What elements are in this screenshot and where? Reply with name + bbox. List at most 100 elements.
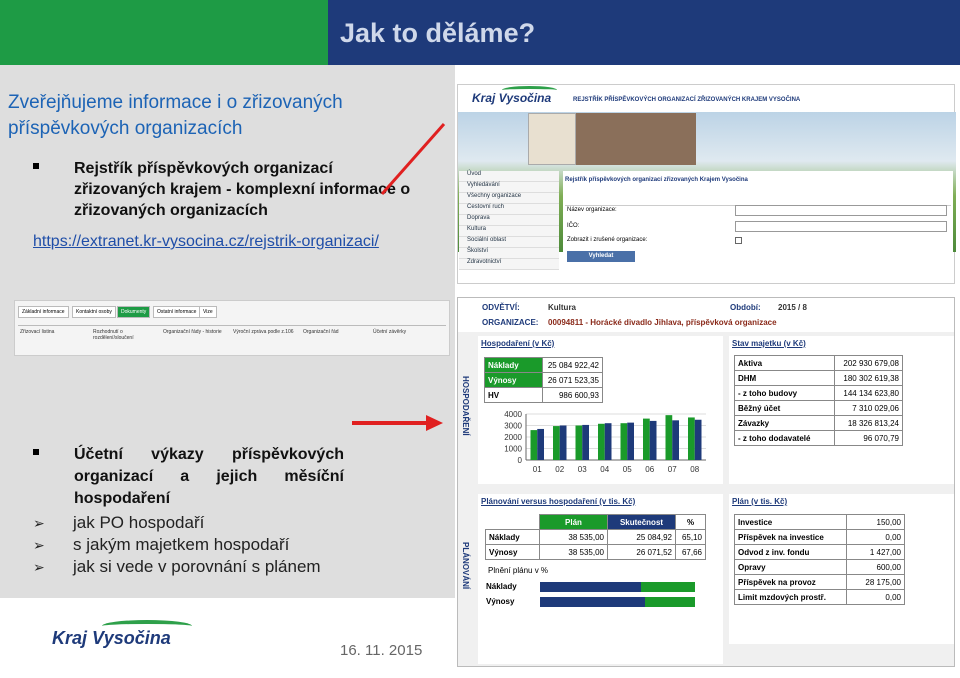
registry-search-form: Rejstřík příspěvkových organizací zřizov… — [563, 171, 953, 281]
bar — [665, 415, 673, 460]
y-tick-label: 4000 — [504, 410, 522, 419]
table-row: - z toho dodavatelé 96 070,79 — [734, 430, 903, 446]
plan-vs-real-panel: Plánování versus hospodaření (v tis. Kč)… — [478, 494, 723, 664]
plan-vs-table: Plán Skutečnost % Náklady 38 535,00 25 0… — [485, 514, 706, 560]
footer-date: 16. 11. 2015 — [340, 642, 423, 659]
bar — [672, 420, 679, 460]
y-tick-label: 3000 — [504, 422, 522, 431]
list-item: ➢ s jakým majetkem hospodaří — [33, 535, 290, 554]
plan-title: Plán (v tis. Kč) — [732, 497, 788, 506]
document-link[interactable]: Rozhodnutí o rozdělení/sloučení — [93, 329, 148, 341]
y-tick-label: 2000 — [504, 433, 522, 442]
tab-documents[interactable]: Dokumenty — [117, 306, 151, 318]
documents-screenshot: Základní informace Kontaktní osoby Dokum… — [14, 300, 450, 356]
sidebar-item[interactable]: Sociální oblast — [459, 237, 559, 248]
document-link[interactable]: Organizační řády - historie — [163, 329, 222, 335]
cancelled-checkbox[interactable] — [735, 237, 742, 244]
hospodareni-title: Hospodaření (v Kč) — [481, 339, 555, 348]
sidebar-item[interactable]: Školství — [459, 248, 559, 259]
registry-banner: REJSTŘÍK PŘÍSPĚVKOVÝCH ORGANIZACÍ ZŘIZOV… — [573, 97, 801, 103]
sidebar-item[interactable]: Úvod — [459, 171, 559, 182]
table-row: Příspěvek na investice 0,00 — [734, 529, 905, 545]
list-item: ➢ jak si vede v porovnání s plánem — [33, 557, 321, 576]
tab-contacts[interactable]: Kontaktní osoby — [72, 306, 116, 318]
table-row: HV 986 600,93 — [484, 387, 603, 403]
x-tick-label: 03 — [578, 465, 587, 474]
document-link[interactable]: Organizační řád — [303, 329, 339, 335]
y-tick-label: 1000 — [504, 445, 522, 454]
bar — [649, 420, 657, 460]
bullet-square-icon — [33, 163, 39, 169]
document-link[interactable]: Výroční zpráva podle z.106 — [233, 329, 294, 335]
org-value: 00094811 - Horácké divadlo Jihlava, přís… — [548, 318, 777, 327]
table-row: Příspěvek na provoz 28 175,00 — [734, 574, 905, 590]
sidebar-item[interactable]: Vyhledávání — [459, 182, 559, 193]
x-tick-label: 07 — [668, 465, 677, 474]
sector-value: Kultura — [548, 303, 576, 312]
tab-vision[interactable]: Vize — [199, 306, 217, 318]
table-row: Opravy 600,00 — [734, 559, 905, 575]
arrow-bullet-icon: ➢ — [33, 559, 45, 575]
stav-table: Aktiva 202 930 679,08 DHM 180 302 619,38 -… — [734, 355, 903, 446]
table-row: Závazky 18 326 813,24 — [734, 415, 903, 431]
x-tick-label: 05 — [623, 465, 632, 474]
sidebar-item[interactable]: Zdravotnictví — [459, 259, 559, 270]
plneni-costs-label: Náklady — [486, 582, 517, 591]
x-tick-label: 02 — [555, 465, 564, 474]
plan-vs-title: Plánování versus hospodaření (v tis. Kč) — [481, 497, 636, 506]
list-item: ➢ jak PO hospodaří — [33, 513, 205, 532]
table-row: Náklady 25 084 922,42 — [484, 357, 603, 373]
table-row: Aktiva 202 930 679,08 — [734, 355, 903, 371]
tab-other-info[interactable]: Ostatní informace — [153, 306, 201, 318]
classroom-photo — [528, 113, 576, 165]
page-title: Jak to děláme? — [340, 18, 536, 48]
stav-majetku-panel: Stav majetku (v Kč) Aktiva 202 930 679,08… — [729, 336, 954, 484]
ico-label: IČO: — [567, 223, 580, 229]
table-row: Investice 150,00 — [734, 514, 905, 530]
sidebar-item[interactable]: Cestovní ruch — [459, 204, 559, 215]
org-info-bar: ODVĚTVÍ: Kultura Období: 2015 / 8 ORGANI… — [458, 298, 954, 332]
ico-input[interactable] — [735, 221, 947, 232]
bar — [530, 430, 538, 460]
table-row: Výnosy 38 535,00 26 071,52 67,66 — [485, 544, 706, 560]
group-photo — [576, 113, 696, 165]
plneni-revenue-label: Výnosy — [486, 597, 515, 606]
stav-title: Stav majetku (v Kč) — [732, 339, 806, 348]
registry-link[interactable]: https://extranet.kr-vysocina.cz/rejstrik… — [33, 231, 423, 253]
red-arrow-icon — [380, 123, 446, 195]
x-tick-label: 08 — [690, 465, 699, 474]
table-row: DHM 180 302 619,38 — [734, 370, 903, 386]
hospodareni-panel: Hospodaření (v Kč) Náklady 25 084 922,42 … — [478, 336, 723, 484]
sidebar-item[interactable]: Kultura — [459, 226, 559, 237]
plan-panel: Plán (v tis. Kč) Investice 150,00 Příspěv… — [729, 494, 954, 644]
plneni-revenue-fill — [540, 597, 645, 607]
y-tick-label: 0 — [518, 456, 523, 465]
bar — [553, 426, 560, 460]
tab-basic-info[interactable]: Základní informace — [18, 306, 69, 318]
bar — [598, 423, 605, 460]
x-tick-label: 01 — [533, 465, 542, 474]
bar — [537, 428, 544, 460]
sidebar-item[interactable]: Doprava — [459, 215, 559, 226]
kraj-vysocina-logo: Kraj Vysočina — [472, 86, 557, 105]
registry-screenshot: Kraj Vysočina REJSTŘÍK PŘÍSPĚVKOVÝCH ORG… — [457, 84, 956, 284]
document-link[interactable]: Zřizovací listina — [20, 329, 54, 335]
bar — [575, 425, 583, 460]
table-row: Limit mzdových prostř. 0,00 — [734, 589, 905, 605]
name-input[interactable] — [735, 205, 947, 216]
period-value: 2015 / 8 — [778, 303, 807, 312]
hospodareni-table: Náklady 25 084 922,42 Výnosy 26 071 523,35… — [484, 357, 603, 403]
section-heading: Zveřejňujeme informace i o zřizovaných p… — [8, 92, 343, 139]
x-tick-label: 06 — [645, 465, 654, 474]
monthly-bar-chart: 4000 3000 2000 1000 0 01 02 03 04 05 06 07 08 — [504, 410, 706, 474]
period-label: Období: — [730, 303, 761, 312]
search-button[interactable]: Vyhledat — [567, 251, 635, 262]
bar — [620, 423, 628, 460]
document-link[interactable]: Účetní závěrky — [373, 329, 406, 335]
table-row: - z toho budovy 144 134 623,80 — [734, 385, 903, 401]
plan-table: Investice 150,00 Příspěvek na investice 0,… — [734, 514, 905, 605]
table-row: Běžný účet 7 310 029,06 — [734, 400, 903, 416]
sidebar-item[interactable]: Všechny organizace — [459, 193, 559, 204]
bar — [694, 419, 702, 460]
org-label: ORGANIZACE: — [482, 318, 539, 327]
